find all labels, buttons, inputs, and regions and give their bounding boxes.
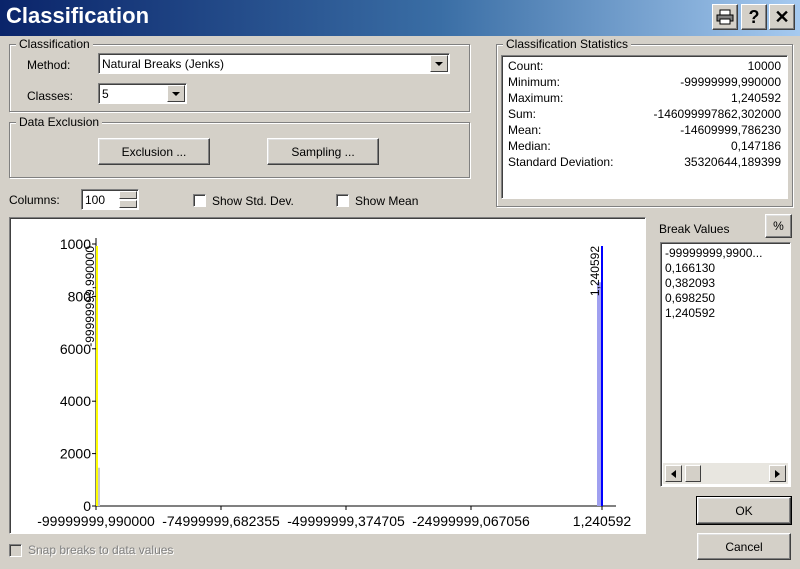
break-line-label: 1,240592 [588,246,602,296]
show-std-dev-label: Show Std. Dev. [212,194,294,208]
break-line-label: -99999999,990000 [83,246,97,347]
method-dropdown-button[interactable] [430,55,448,72]
histogram-chart[interactable]: 10008006000400020000-99999999,990000 -749… [10,218,645,533]
stat-label: Count: [508,59,544,73]
stat-label: Mean: [508,123,542,137]
break-values-label: Break Values [659,222,730,236]
scroll-thumb[interactable] [685,465,701,482]
list-item[interactable]: 0,382093 [665,276,715,290]
stat-label: Standard Deviation: [508,155,614,169]
ok-button[interactable]: OK [696,496,792,525]
y-tick-label: 4000 [60,393,91,409]
scroll-left-button[interactable] [665,465,682,482]
show-std-dev-checkbox[interactable] [193,194,206,207]
snap-breaks-checkbox[interactable] [9,544,22,557]
x-tick-label: -24999999,067056 [412,513,530,529]
stat-row: Standard Deviation: 35320644,189399 [508,155,781,171]
spin-down-button[interactable] [119,200,137,208]
show-mean-label: Show Mean [355,194,419,208]
stat-label: Minimum: [508,75,561,89]
x-tick-label: -49999999,374705 [287,513,405,529]
method-value: Natural Breaks (Jenks) [102,57,225,71]
show-mean-checkbox[interactable] [336,194,349,207]
stat-row: Sum: -146099997862,302000 [508,107,781,123]
classes-label: Classes: [27,89,74,103]
classes-select[interactable]: 5 [98,83,187,104]
statistics-group-label: Classification Statistics [503,37,632,51]
exclusion-button[interactable]: Exclusion ... [98,138,210,165]
printer-icon [716,9,734,25]
x-tick-label: 1,240592 [573,513,632,529]
classes-value: 5 [102,87,109,101]
columns-spin[interactable] [119,191,137,208]
stat-value: 10000 [747,59,781,73]
columns-stepper[interactable]: 100 [81,189,139,210]
stat-row: Count: 10000 [508,59,781,75]
window-title: Classification [6,3,150,28]
y-tick-label: 0 [83,498,91,514]
data-exclusion-group: Data Exclusion [9,115,470,178]
stat-value: -99999999,990000 [680,75,781,89]
list-item[interactable]: 1,240592 [665,306,715,320]
arrow-left-icon [671,469,676,478]
x-tick-label: -99999999,990000 [37,513,155,529]
stat-value: 0,147186 [730,139,781,153]
stat-row: Median: 0,147186 [508,139,781,155]
stat-label: Median: [508,139,551,153]
help-icon: ? [748,6,760,27]
columns-label: Columns: [9,193,60,207]
chevron-down-icon [172,91,180,96]
stat-label: Sum: [508,107,537,121]
close-button[interactable]: ✕ [769,4,795,30]
close-icon: ✕ [774,6,790,27]
list-item[interactable]: 0,166130 [665,261,715,275]
title-bar: Classification ? ✕ [0,0,800,36]
sampling-button[interactable]: Sampling ... [267,138,379,165]
list-item[interactable]: -99999999,9900... [665,246,762,260]
chevron-down-icon [435,61,443,66]
statistics-panel: Count: 10000 Minimum: -99999999,990000 Max… [501,55,788,199]
columns-value: 100 [85,193,106,207]
list-item[interactable]: 0,698250 [665,291,715,305]
x-tick-label: -74999999,682355 [162,513,280,529]
stat-value: 35320644,189399 [684,155,781,169]
stat-label: Maximum: [508,91,564,105]
snap-breaks-label: Snap breaks to data values [28,543,174,557]
method-label: Method: [27,58,71,72]
classes-dropdown-button[interactable] [167,85,185,102]
histogram-bar [597,282,601,506]
stat-row: Maximum: 1,240592 [508,91,781,107]
horizontal-scrollbar[interactable] [663,463,788,484]
y-tick-label: 2000 [60,446,91,462]
stat-value: -14609999,786230 [680,123,781,137]
spin-up-button[interactable] [119,191,137,199]
scroll-right-button[interactable] [769,465,786,482]
help-button[interactable]: ? [741,4,767,30]
classification-group-label: Classification [16,37,93,51]
stat-value: 1,240592 [730,91,781,105]
percent-button[interactable]: % [765,214,792,238]
print-button[interactable] [712,4,738,30]
stat-row: Mean: -14609999,786230 [508,123,781,139]
data-exclusion-group-label: Data Exclusion [16,115,103,129]
break-values-list[interactable]: -99999999,9900... 0,166130 0,382093 0,69… [660,242,791,487]
stat-row: Minimum: -99999999,990000 [508,75,781,91]
arrow-right-icon [775,469,780,478]
method-select[interactable]: Natural Breaks (Jenks) [98,53,450,74]
histogram-panel: 1000 800 6000 4000 2000 0 -99999999,990000 -749… [9,217,646,534]
cancel-button[interactable]: Cancel [697,533,791,560]
stat-value: -146099997862,302000 [653,107,781,121]
